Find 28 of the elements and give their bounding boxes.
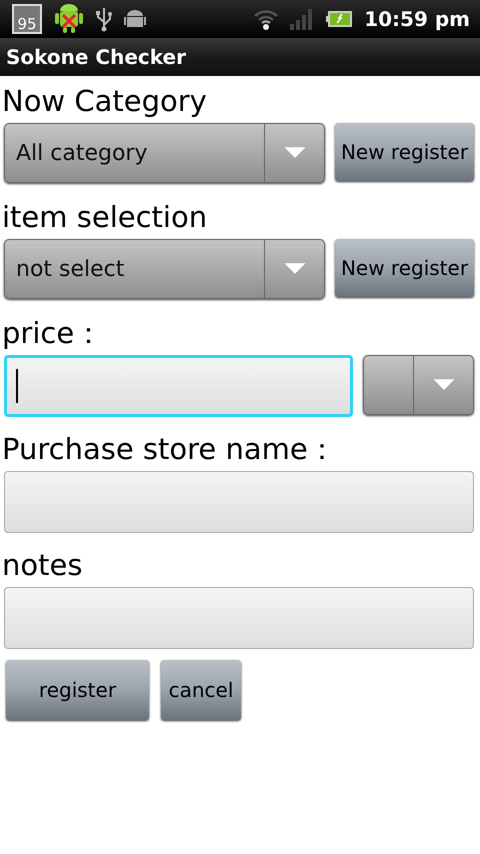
- action-button[interactable]: register: [6, 660, 149, 720]
- robot-error-icon: [54, 3, 84, 35]
- notification-badge: 95: [12, 4, 42, 34]
- battery-charging-icon: [326, 11, 352, 27]
- dropdown-arrow-icon: [284, 147, 306, 159]
- new-register-button[interactable]: New register: [335, 123, 474, 181]
- field-label: price：: [1, 315, 104, 352]
- text-cursor: [16, 369, 18, 403]
- field-label: Purchase store name：: [1, 431, 338, 468]
- text-input-field[interactable]: [4, 587, 474, 649]
- robot-icon: [124, 8, 146, 30]
- new-register-button[interactable]: New register: [335, 239, 474, 297]
- text-input-field[interactable]: [4, 355, 353, 417]
- action-button[interactable]: cancel: [161, 660, 241, 720]
- text-input-field[interactable]: [4, 471, 474, 533]
- field-label: Now Category: [1, 83, 208, 120]
- signal-icon: [290, 8, 314, 30]
- app-title: Sokone Checker: [6, 45, 186, 69]
- dropdown-arrow-icon: [432, 379, 454, 391]
- dropdown-select[interactable]: All category: [4, 123, 325, 183]
- wifi-icon: [254, 8, 278, 30]
- usb-icon: [96, 6, 112, 32]
- dropdown-arrow-icon: [284, 263, 306, 275]
- unit-dropdown[interactable]: [363, 355, 474, 415]
- field-label: item selection: [1, 199, 208, 236]
- field-label: notes: [1, 547, 84, 584]
- status-time: 10:59 pm: [364, 7, 470, 31]
- dropdown-select[interactable]: not select: [4, 239, 325, 299]
